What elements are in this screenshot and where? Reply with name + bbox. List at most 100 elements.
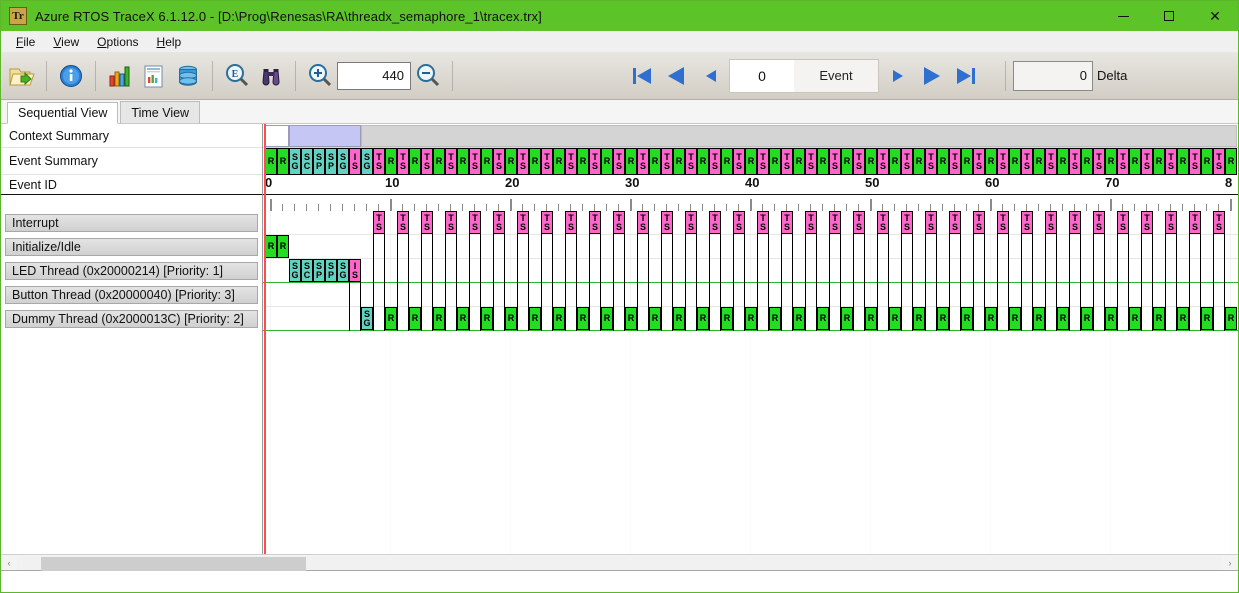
lane-cell[interactable]: TS [1141,211,1153,234]
zoom-value-field[interactable]: 440 [337,61,411,90]
lane-cell[interactable]: TS [685,211,697,234]
lane-cell[interactable]: R [673,307,685,330]
lane-cell[interactable]: TS [781,211,793,234]
event-cell[interactable]: R [481,148,493,175]
event-cell[interactable]: R [745,148,757,175]
event-cell[interactable]: R [961,148,973,175]
lane-cell[interactable]: R [1009,307,1021,330]
lane-cell[interactable]: SG [337,259,349,282]
horizontal-scrollbar[interactable]: ‹ › [1,554,1238,571]
lane-cell[interactable]: R [769,307,781,330]
lane-cell[interactable]: TS [805,211,817,234]
lane-cell[interactable]: R [721,307,733,330]
lane-cell[interactable]: R [1177,307,1189,330]
lane-cell[interactable]: R [961,307,973,330]
lane-cell[interactable]: SG [361,307,373,330]
minimize-button[interactable] [1100,1,1146,31]
event-cell[interactable]: R [865,148,877,175]
event-cell[interactable]: R [409,148,421,175]
context-block-2[interactable] [361,125,1237,147]
lane-cell[interactable]: R [529,307,541,330]
event-cell[interactable]: TS [1093,148,1105,175]
lane-cell[interactable]: TS [421,211,433,234]
event-cell[interactable]: R [817,148,829,175]
menu-options[interactable]: Options [88,33,147,51]
lane-cell[interactable]: R [1129,307,1141,330]
lane-cell[interactable]: R [265,235,277,258]
thread-label-button[interactable]: LED Thread (0x20000214) [Priority: 1] [5,262,258,280]
event-cell[interactable]: TS [1117,148,1129,175]
trace-database-button[interactable] [171,58,205,94]
tab-time-view[interactable]: Time View [120,101,201,123]
event-cell[interactable]: TS [829,148,841,175]
event-cell[interactable]: R [937,148,949,175]
lane-cell[interactable]: TS [637,211,649,234]
lane-cell[interactable]: R [1033,307,1045,330]
event-cell[interactable]: TS [949,148,961,175]
event-cell[interactable]: TS [1141,148,1153,175]
lane-cell[interactable]: TS [589,211,601,234]
context-block-1[interactable] [289,125,361,147]
menu-file[interactable]: File [7,33,44,51]
zoom-out-button[interactable] [411,58,445,94]
tab-sequential-view[interactable]: Sequential View [7,102,119,124]
event-cell[interactable]: SG [289,148,301,175]
next-event-button[interactable] [881,58,915,94]
lane-cell[interactable]: SP [313,259,325,282]
zoom-in-button[interactable] [303,58,337,94]
event-cell[interactable]: TS [1021,148,1033,175]
lane-cell[interactable]: R [1081,307,1093,330]
last-event-button[interactable] [949,58,983,94]
lane-cell[interactable]: TS [1021,211,1033,234]
lane-cell[interactable]: R [1201,307,1213,330]
lane-cell[interactable]: R [481,307,493,330]
thread-label-button[interactable]: Dummy Thread (0x2000013C) [Priority: 2] [5,310,258,328]
open-file-button[interactable] [5,58,39,94]
lane-cell[interactable]: R [433,307,445,330]
event-cell[interactable]: R [1105,148,1117,175]
lane-cell[interactable]: TS [1093,211,1105,234]
event-cell[interactable]: TS [853,148,865,175]
scroll-left-button[interactable]: ‹ [1,555,17,571]
lane-cell[interactable]: R [1105,307,1117,330]
lane-cell[interactable]: R [277,235,289,258]
lane-cell[interactable]: TS [1045,211,1057,234]
performance-chart-button[interactable] [103,58,137,94]
lane-cell[interactable]: R [913,307,925,330]
lane-cell[interactable]: TS [469,211,481,234]
lane-cell[interactable]: R [745,307,757,330]
lane-cell[interactable]: TS [493,211,505,234]
event-cell[interactable]: TS [445,148,457,175]
delta-value-field[interactable]: 0 [1013,60,1093,91]
lane-cell[interactable]: TS [373,211,385,234]
thread-label-button[interactable]: Initialize/Idle [5,238,258,256]
event-cell[interactable]: TS [421,148,433,175]
event-index-field[interactable]: 0 [730,59,794,92]
event-cell[interactable]: R [721,148,733,175]
lane-cell[interactable]: TS [1165,211,1177,234]
event-cell[interactable]: TS [997,148,1009,175]
menu-help[interactable]: Help [148,33,191,51]
event-cell[interactable]: IS [349,148,361,175]
lane-cell[interactable]: R [697,307,709,330]
lane-cell[interactable]: TS [541,211,553,234]
event-cell[interactable]: R [265,148,277,175]
lane-cell[interactable]: R [505,307,517,330]
event-cell[interactable]: TS [565,148,577,175]
lane-cell[interactable]: R [865,307,877,330]
lane-cell[interactable]: TS [565,211,577,234]
event-cell[interactable]: R [1177,148,1189,175]
event-cell[interactable]: SC [301,148,313,175]
search-button[interactable] [254,58,288,94]
event-cell[interactable]: R [385,148,397,175]
lane-cell[interactable]: TS [1189,211,1201,234]
event-cell[interactable]: R [1225,148,1237,175]
lane-cell[interactable]: TS [853,211,865,234]
event-cell[interactable]: TS [661,148,673,175]
event-cell[interactable]: TS [397,148,409,175]
lane-cell[interactable]: IS [349,259,361,282]
lane-cell[interactable]: R [385,307,397,330]
menu-view[interactable]: View [44,33,88,51]
find-event-button[interactable]: E [220,58,254,94]
lane-cell[interactable]: R [793,307,805,330]
